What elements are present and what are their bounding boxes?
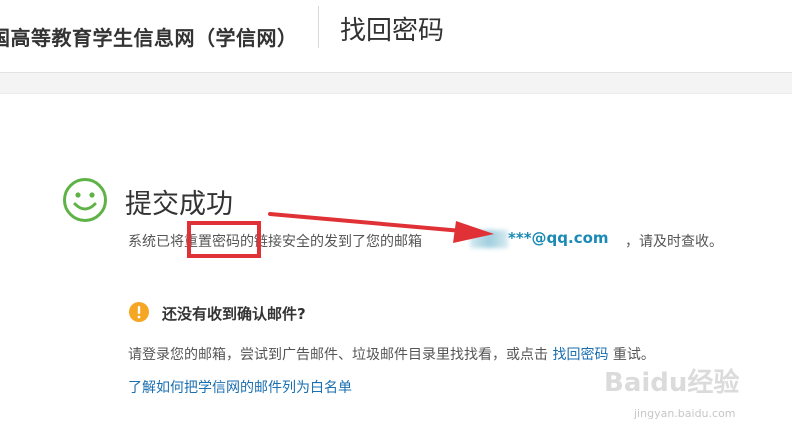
no-email-question: 还没有收到确认邮件? [162, 305, 306, 323]
success-message-tail: ，请及时查收。 [625, 234, 723, 250]
header-divider [318, 6, 319, 48]
site-name[interactable]: 国高等教育学生信息网（学信网） [0, 22, 298, 51]
whitelist-help-link[interactable]: 了解如何把学信网的邮件列为白名单 [128, 377, 352, 397]
annotation-arrow-icon [268, 212, 494, 243]
watermark-url: jingyan.baidu.com [634, 407, 736, 420]
help-text-before: 请登录您的邮箱，尝试到广告邮件、垃圾邮件目录里找找看，或点击 [128, 347, 548, 363]
retrieve-password-link[interactable]: 找回密码 [552, 347, 608, 363]
page-title: 找回密码 [340, 16, 445, 46]
help-text: 请登录您的邮箱，尝试到广告邮件、垃圾邮件目录里找找看，或点击 找回密码 重试。 [128, 344, 655, 364]
success-title: 提交成功 [125, 189, 233, 220]
baidu-jingyan-watermark: Baidu经验 [604, 368, 740, 398]
email-address: ***@qq.com [508, 229, 609, 247]
site-header: 国高等教育学生信息网（学信网） 找回密码 [0, 0, 792, 73]
exclamation-icon [129, 302, 149, 322]
annotation-highlight-box [187, 221, 261, 258]
help-text-after: 重试。 [612, 347, 655, 363]
header-subbar [0, 73, 792, 94]
smile-icon [63, 178, 107, 222]
